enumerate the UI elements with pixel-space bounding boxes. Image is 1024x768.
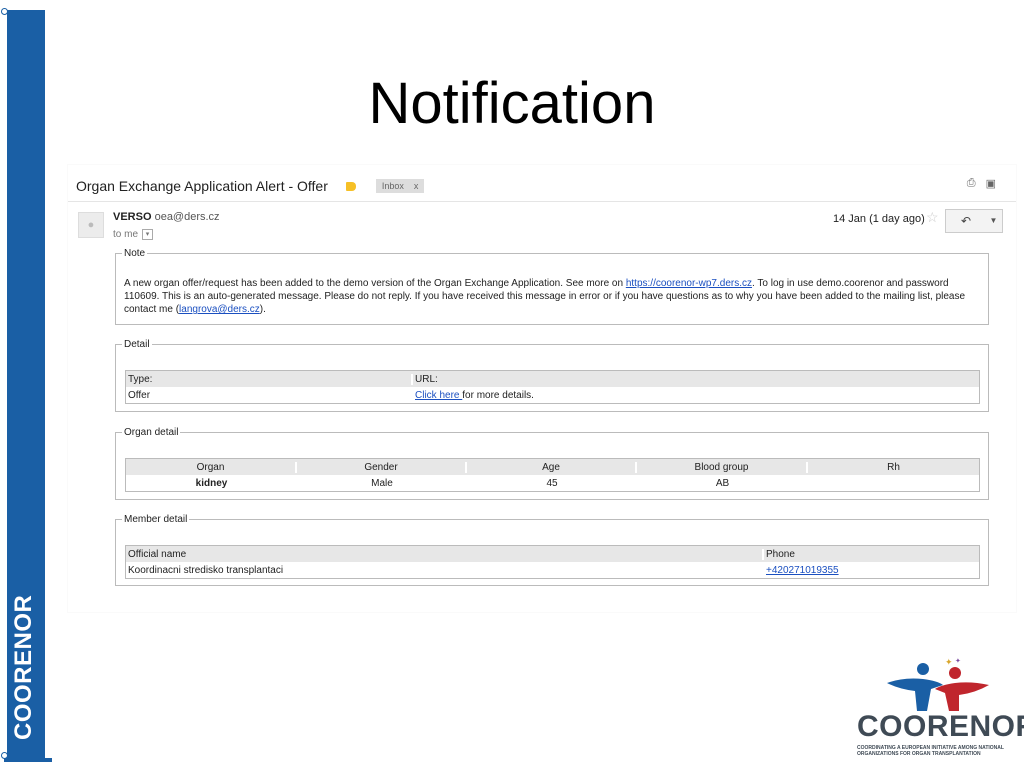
organ-value: kidney	[195, 477, 228, 489]
side-bar-cap	[4, 758, 52, 762]
print-icon[interactable]: ⎙	[967, 177, 976, 190]
phone-cell: +420271019355	[764, 565, 979, 576]
table-header-cell: Blood group	[637, 461, 808, 473]
chevron-down-icon[interactable]: ▾	[142, 229, 154, 240]
table-header-cell: Rh	[887, 461, 900, 473]
top-actions: ⎙ ▣	[967, 177, 996, 190]
phone-link[interactable]: +420271019355	[766, 565, 839, 576]
new-window-icon[interactable]: ▣	[986, 177, 996, 190]
table-header-row: Organ Gender Age Blood group Rh	[126, 459, 979, 475]
sender-email: oea@ders.cz	[154, 211, 220, 223]
table-header-cell: Type:	[126, 373, 413, 385]
recipient-label: to me	[113, 229, 139, 240]
click-here-link[interactable]: Click here	[415, 390, 462, 401]
type-value: Offer	[128, 389, 151, 401]
organ-detail-section: Organ detail Organ Gender Age Blood grou…	[115, 427, 989, 500]
important-label-icon[interactable]	[345, 181, 356, 191]
corner-mark-bottom	[1, 752, 8, 759]
email-view: Organ Exchange Application Alert - Offer…	[68, 165, 1016, 612]
note-text-part-1: A new organ offer/request has been added…	[124, 278, 626, 289]
demo-site-link[interactable]: https://coorenor-wp7.ders.cz	[626, 278, 752, 289]
detail-section: Detail Type: URL: Offer Click here for m…	[115, 339, 989, 412]
table-header-row: Official name Phone	[126, 546, 979, 562]
reply-button[interactable]: ↶	[945, 209, 987, 233]
chevron-down-icon: ▼	[989, 216, 998, 225]
table-row: Koordinacni stredisko transplantaci +420…	[126, 562, 979, 578]
logo-figures-icon: ✦ ✦	[887, 657, 989, 711]
logo-tagline: COORDINATING A EUROPEAN INITIATIVE AMONG…	[857, 745, 1004, 757]
table-row: kidney Male 45 AB	[126, 475, 979, 491]
reply-icon: ↶	[960, 214, 972, 228]
inbox-label-chip[interactable]: Inbox x	[375, 179, 425, 193]
member-detail-legend: Member detail	[124, 514, 188, 525]
member-detail-section: Member detail Official name Phone Koordi…	[115, 514, 989, 586]
inbox-label-text: Inbox	[381, 181, 404, 191]
table-header-cell: Age	[467, 461, 637, 473]
subject-row: Organ Exchange Application Alert - Offer…	[76, 176, 425, 196]
url-suffix: for more details.	[462, 389, 534, 401]
table-header-cell: Official name	[126, 548, 764, 560]
email-subject: Organ Exchange Application Alert - Offer	[76, 178, 328, 194]
age-value: 45	[546, 477, 558, 489]
organ-detail-legend: Organ detail	[124, 427, 179, 438]
table-header-cell: Organ	[126, 461, 297, 473]
organ-table: Organ Gender Age Blood group Rh kidney M…	[125, 458, 980, 492]
note-legend: Note	[124, 248, 146, 259]
table-header-cell: Gender	[297, 461, 467, 473]
note-section: Note A new organ offer/request has been …	[115, 248, 989, 325]
person-icon: ●	[78, 212, 104, 238]
side-brand-label: COORENOR	[10, 594, 37, 740]
detail-table: Type: URL: Offer Click here for more det…	[125, 370, 980, 404]
table-header-cell: URL:	[415, 373, 438, 385]
svg-text:✦: ✦	[945, 658, 953, 668]
table-row: Offer Click here for more details.	[126, 387, 979, 403]
sender-name[interactable]: VERSO	[113, 211, 152, 223]
header-divider	[68, 201, 1016, 202]
note-text-part-3: ).	[259, 304, 266, 315]
table-header-cell: Phone	[766, 548, 795, 560]
detail-legend: Detail	[124, 339, 150, 350]
url-cell: Click here for more details.	[413, 390, 979, 401]
star-icon[interactable]: ☆	[926, 209, 939, 226]
email-date: 14 Jan (1 day ago)	[833, 213, 925, 225]
gender-value: Male	[371, 477, 393, 489]
more-actions-button[interactable]: ▼	[985, 209, 1003, 233]
note-text: A new organ offer/request has been added…	[124, 277, 984, 316]
svg-text:✦: ✦	[955, 657, 961, 665]
official-name-value: Koordinacni stredisko transplantaci	[128, 564, 284, 576]
blood-group-value: AB	[715, 477, 730, 489]
coorenor-logo: ✦ ✦ COORENOR COORDINATING A EUROPEAN INI…	[853, 655, 1024, 760]
recipient-line: to me ▾	[113, 229, 154, 240]
inbox-label-remove[interactable]: x	[414, 181, 419, 191]
logo-wordmark: COORENOR	[857, 710, 1024, 743]
contact-email-link[interactable]: langrova@ders.cz	[179, 304, 260, 315]
sender-line: VERSO oea@ders.cz	[113, 211, 220, 223]
member-table: Official name Phone Koordinacni stredisk…	[125, 545, 980, 579]
slide-title: Notification	[368, 71, 656, 136]
table-header-row: Type: URL:	[126, 371, 979, 387]
